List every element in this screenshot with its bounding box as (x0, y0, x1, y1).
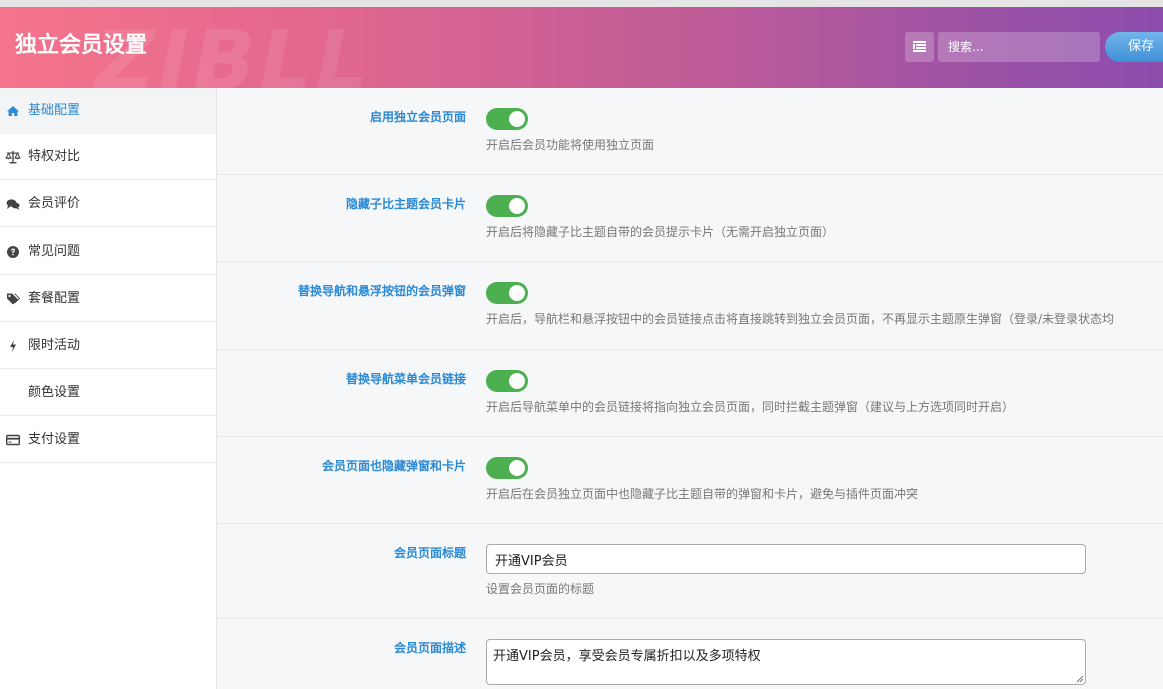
resize-grip-icon[interactable] (1076, 675, 1084, 683)
setting-row: 替换导航菜单会员链接 开启后导航菜单中的会员链接将指向独立会员页面，同时拦截主题… (217, 350, 1163, 437)
tags-icon (7, 293, 20, 305)
toggle-knob (509, 198, 525, 214)
setting-row: 会员页面描述 开通VIP会员，享受会员专属折扣以及多项特权 (217, 619, 1163, 689)
sidebar-item-label: 支付设置 (28, 432, 81, 447)
hide-popups-on-member-page-toggle[interactable] (486, 457, 528, 479)
member-page-description-textarea[interactable]: 开通VIP会员，享受会员专属折扣以及多项特权 (486, 639, 1086, 685)
setting-description: 开启后会员功能将使用独立页面 (486, 138, 655, 152)
toggle-knob (509, 285, 525, 301)
setting-description: 开启后导航菜单中的会员链接将指向独立会员页面，同时拦截主题弹窗（建议与上方选项同… (486, 400, 1015, 414)
balance-scale-icon (5, 151, 21, 164)
save-button[interactable]: 保存 (1105, 32, 1163, 62)
home-icon (7, 106, 19, 116)
sidebar-item-package-config[interactable]: 套餐配置 (0, 276, 216, 322)
setting-description: 设置会员页面的标题 (486, 582, 595, 596)
setting-description: 开启后，导航栏和悬浮按钮中的会员链接点击将直接跳转到独立会员页面，不再显示主题原… (486, 312, 1115, 326)
bolt-icon (10, 340, 16, 352)
sidebar-item-color-settings[interactable]: 颜色设置 (0, 370, 216, 416)
sidebar: 基础配置 特权对比 会员评价 常见问题 套餐配置 限时活动 颜色设置 支付设置 (0, 88, 217, 689)
credit-card-icon (6, 434, 20, 446)
page-title: 独立会员设置 (15, 33, 148, 58)
toggle-knob (509, 373, 525, 389)
replace-nav-menu-link-toggle[interactable] (486, 370, 528, 392)
replace-nav-popup-toggle[interactable] (486, 282, 528, 304)
sidebar-item-label: 基础配置 (28, 103, 81, 118)
toggle-knob (509, 460, 525, 476)
setting-row: 隐藏子比主题会员卡片 开启后将隐藏子比主题自带的会员提示卡片（无需开启独立页面） (217, 175, 1163, 262)
setting-label: 替换导航和悬浮按钮的会员弹窗 (297, 284, 466, 298)
sidebar-item-label: 特权对比 (28, 149, 81, 164)
setting-label: 替换导航菜单会员链接 (345, 372, 466, 386)
toggle-knob (509, 111, 525, 127)
sidebar-item-privilege-compare[interactable]: 特权对比 (0, 134, 216, 180)
setting-row: 会员页面标题 设置会员页面的标题 (217, 524, 1163, 619)
setting-label: 隐藏子比主题会员卡片 (345, 197, 466, 211)
sidebar-item-faq[interactable]: 常见问题 (0, 229, 216, 275)
hide-member-card-toggle[interactable] (486, 195, 528, 217)
setting-label: 会员页面描述 (393, 641, 466, 655)
setting-row: 会员页面也隐藏弹窗和卡片 开启后在会员独立页面中也隐藏子比主题自带的弹窗和卡片，… (217, 437, 1163, 524)
search-input[interactable] (938, 32, 1100, 62)
question-circle-icon (7, 246, 19, 258)
sidebar-item-label: 会员评价 (28, 196, 81, 211)
sidebar-item-limited-activity[interactable]: 限时活动 (0, 323, 216, 369)
setting-row: 启用独立会员页面 开启后会员功能将使用独立页面 (217, 88, 1163, 175)
sidebar-item-label: 常见问题 (28, 244, 81, 259)
expand-all-icon (913, 41, 926, 52)
settings-panel: 启用独立会员页面 开启后会员功能将使用独立页面 隐藏子比主题会员卡片 开启后将隐… (217, 88, 1163, 689)
comments-icon (6, 199, 20, 210)
sidebar-item-member-reviews[interactable]: 会员评价 (0, 181, 216, 227)
window-top-strip (0, 0, 1163, 7)
setting-label: 会员页面也隐藏弹窗和卡片 (321, 459, 466, 473)
expand-all-button[interactable] (905, 32, 934, 62)
sidebar-item-label: 套餐配置 (28, 291, 81, 306)
sidebar-item-label: 限时活动 (28, 338, 81, 353)
setting-label: 会员页面标题 (393, 546, 466, 560)
setting-label: 启用独立会员页面 (369, 110, 466, 124)
sidebar-item-basic-config[interactable]: 基础配置 (0, 88, 216, 134)
page-header: ZIBLL 独立会员设置 保存 (0, 7, 1163, 88)
setting-description: 开启后将隐藏子比主题自带的会员提示卡片（无需开启独立页面） (486, 225, 835, 239)
sidebar-item-label: 颜色设置 (28, 385, 81, 400)
setting-row: 替换导航和悬浮按钮的会员弹窗 开启后，导航栏和悬浮按钮中的会员链接点击将直接跳转… (217, 262, 1163, 350)
enable-standalone-page-toggle[interactable] (486, 108, 528, 130)
setting-description: 开启后在会员独立页面中也隐藏子比主题自带的弹窗和卡片，避免与插件页面冲突 (486, 487, 919, 501)
member-page-title-input[interactable] (486, 544, 1086, 574)
sidebar-item-payment-settings[interactable]: 支付设置 (0, 417, 216, 463)
